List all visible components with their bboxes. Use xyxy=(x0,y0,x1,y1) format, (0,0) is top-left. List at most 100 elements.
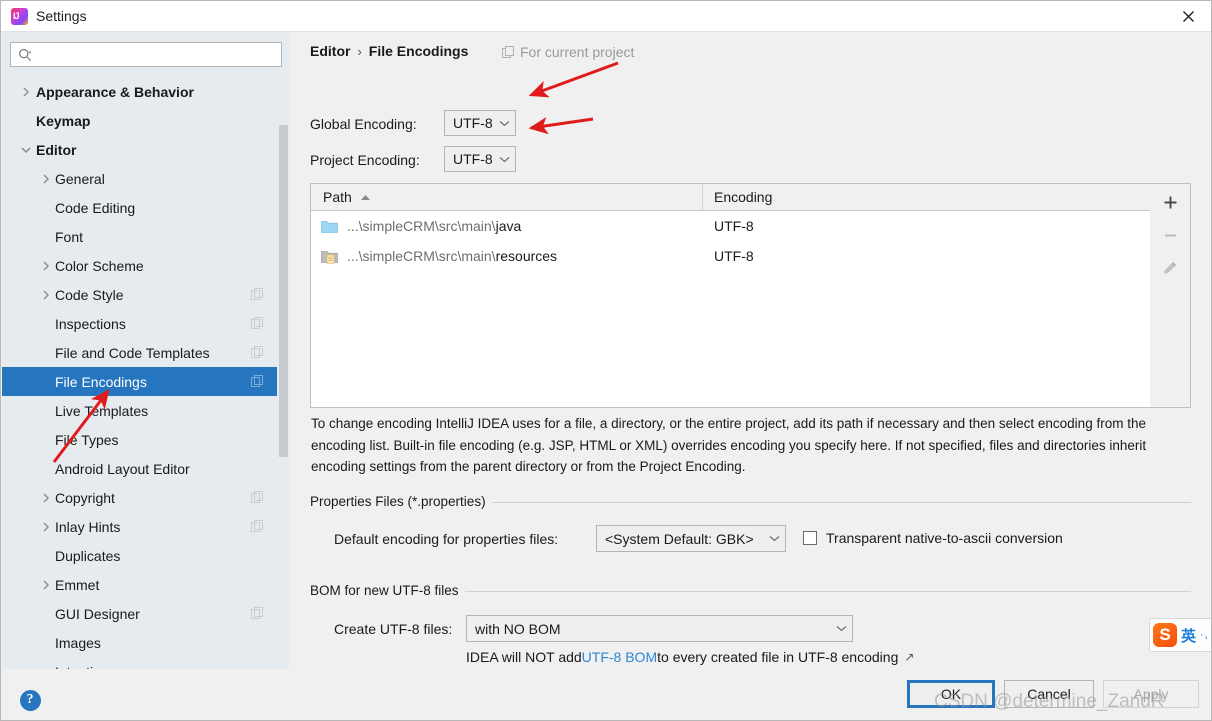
chevron-right-icon[interactable] xyxy=(21,87,31,97)
sidebar-scrollbar-thumb[interactable] xyxy=(279,125,288,457)
table-header-row: Path Encoding xyxy=(311,183,1190,211)
folder-icon xyxy=(321,220,338,233)
path-prefix: ...\simpleCRM\src\main\ xyxy=(347,218,496,234)
column-header-path[interactable]: Path xyxy=(311,183,703,211)
help-icon[interactable]: ? xyxy=(16,686,44,714)
path-text: ...\simpleCRM\src\main\java xyxy=(347,218,521,234)
sidebar-item-label: File and Code Templates xyxy=(55,344,210,361)
chevron-right-icon[interactable] xyxy=(41,522,51,532)
chevron-right-icon[interactable] xyxy=(41,261,51,271)
sidebar-item-code-editing[interactable]: Code Editing xyxy=(2,193,289,222)
chevron-right-icon[interactable] xyxy=(41,174,51,184)
sidebar-item-file-encodings[interactable]: File Encodings xyxy=(2,367,289,396)
chevron-down-icon xyxy=(493,156,515,163)
column-header-encoding[interactable]: Encoding xyxy=(703,184,1190,211)
bom-note: IDEA will NOT add UTF-8 BOM to every cre… xyxy=(466,649,914,665)
encodings-description: To change encoding IntelliJ IDEA uses fo… xyxy=(311,416,1147,474)
sidebar-item-label: File Types xyxy=(55,431,119,448)
settings-content-pane: Editor › File Encodings For current proj… xyxy=(289,32,1211,677)
chevron-right-icon[interactable] xyxy=(41,493,51,503)
chevron-down-icon xyxy=(493,120,515,127)
sidebar-item-keymap[interactable]: Keymap xyxy=(2,106,289,135)
sidebar-scrollbar-track[interactable] xyxy=(277,77,289,677)
sidebar-item-file-types[interactable]: File Types xyxy=(2,425,289,454)
project-encoding-dropdown[interactable]: UTF-8 xyxy=(444,146,516,172)
global-encoding-value: UTF-8 xyxy=(453,115,493,131)
sidebar-item-label: Duplicates xyxy=(55,547,121,564)
add-icon[interactable] xyxy=(1150,187,1190,217)
path-leaf: resources xyxy=(495,248,558,264)
global-encoding-label: Global Encoding: xyxy=(310,116,417,132)
sogou-punctuation-toggle[interactable]: ·, xyxy=(1200,629,1209,641)
search-icon xyxy=(19,48,32,62)
scope-hint-label: For current project xyxy=(520,44,635,60)
intellij-idea-logo-icon xyxy=(11,8,28,25)
chevron-right-icon[interactable] xyxy=(41,580,51,590)
search-input[interactable] xyxy=(37,43,277,66)
copy-badge-icon xyxy=(251,375,263,387)
sidebar-item-label: Live Templates xyxy=(55,402,149,419)
cancel-button[interactable]: Cancel xyxy=(1004,680,1094,708)
chevron-right-icon[interactable] xyxy=(41,290,51,300)
sidebar-item-code-style[interactable]: Code Style xyxy=(2,280,289,309)
table-body: ...\simpleCRM\src\main\java UTF-8 ...\simp… xyxy=(311,211,1190,407)
create-utf8-files-dropdown[interactable]: with NO BOM xyxy=(466,615,853,642)
table-row[interactable]: ...\simpleCRM\src\main\java UTF-8 xyxy=(311,211,1190,241)
settings-tree: Appearance & Behavior Keymap Editor General… xyxy=(2,77,289,677)
sidebar-item-inlay-hints[interactable]: Inlay Hints xyxy=(2,512,289,541)
sidebar-item-label: Code Style xyxy=(55,286,124,303)
breadcrumb-parent[interactable]: Editor xyxy=(310,43,350,59)
breadcrumb-current: File Encodings xyxy=(368,43,469,59)
sidebar-item-emmet[interactable]: Emmet xyxy=(2,570,289,599)
sidebar-item-font[interactable]: Font xyxy=(2,222,289,251)
copy-badge-icon xyxy=(251,288,263,300)
ok-button[interactable]: OK xyxy=(907,680,995,708)
breadcrumb-separator: › xyxy=(357,43,362,59)
sidebar-item-file-and-code-templates[interactable]: File and Code Templates xyxy=(2,338,289,367)
cell-encoding: UTF-8 xyxy=(714,218,754,234)
path-leaf: java xyxy=(495,218,522,234)
close-icon[interactable] xyxy=(1166,1,1211,31)
copy-badge-icon xyxy=(251,346,263,358)
sidebar-item-copyright[interactable]: Copyright xyxy=(2,483,289,512)
apply-button: Apply xyxy=(1103,680,1199,708)
title-bar: Settings xyxy=(1,1,1211,32)
help-glyph: ? xyxy=(19,689,41,711)
utf8-bom-link[interactable]: UTF-8 BOM xyxy=(582,649,657,665)
copy-badge-icon xyxy=(251,520,263,532)
create-utf8-files-label: Create UTF-8 files: xyxy=(334,621,453,637)
cell-encoding: UTF-8 xyxy=(714,248,754,264)
sidebar-item-inspections[interactable]: Inspections xyxy=(2,309,289,338)
search-box[interactable] xyxy=(10,42,282,67)
project-encoding-label: Project Encoding: xyxy=(310,152,420,168)
default-properties-encoding-dropdown[interactable]: <System Default: GBK> xyxy=(596,525,786,552)
scope-hint: For current project xyxy=(502,44,634,60)
remove-icon xyxy=(1150,220,1190,250)
sidebar-bottom-fade xyxy=(2,669,289,677)
sidebar-item-appearance-behavior[interactable]: Appearance & Behavior xyxy=(2,77,289,106)
default-properties-encoding-label: Default encoding for properties files: xyxy=(334,531,559,547)
sidebar-item-editor[interactable]: Editor xyxy=(2,135,289,164)
sidebar-item-label: Android Layout Editor xyxy=(55,460,190,477)
sidebar-item-label: Color Scheme xyxy=(55,257,144,274)
sidebar-item-general[interactable]: General xyxy=(2,164,289,193)
sogou-input-mode[interactable]: 英 xyxy=(1181,625,1196,646)
edit-pencil-icon xyxy=(1150,253,1190,283)
sidebar-item-images[interactable]: Images xyxy=(2,628,289,657)
sidebar-item-duplicates[interactable]: Duplicates xyxy=(2,541,289,570)
sidebar-item-live-templates[interactable]: Live Templates xyxy=(2,396,289,425)
sidebar-item-android-layout-editor[interactable]: Android Layout Editor xyxy=(2,454,289,483)
table-row[interactable]: ...\simpleCRM\src\main\resources UTF-8 xyxy=(311,241,1190,271)
chevron-down-icon[interactable] xyxy=(21,145,31,155)
column-header-encoding-label: Encoding xyxy=(714,189,773,205)
sidebar-item-gui-designer[interactable]: GUI Designer xyxy=(2,599,289,628)
sogou-ime-bar[interactable]: S 英 ·, xyxy=(1149,618,1211,652)
global-encoding-dropdown[interactable]: UTF-8 xyxy=(444,110,516,136)
create-utf8-files-value: with NO BOM xyxy=(475,620,561,637)
sidebar-item-label: Inlay Hints xyxy=(55,518,121,535)
default-properties-encoding-value: <System Default: GBK> xyxy=(605,530,754,547)
transparent-native-to-ascii-checkbox[interactable]: Transparent native-to-ascii conversion xyxy=(803,530,1063,546)
settings-dialog: Settings Appearance & Behavior Keymap Edit… xyxy=(0,0,1212,721)
sidebar-item-color-scheme[interactable]: Color Scheme xyxy=(2,251,289,280)
window-title: Settings xyxy=(36,8,87,24)
